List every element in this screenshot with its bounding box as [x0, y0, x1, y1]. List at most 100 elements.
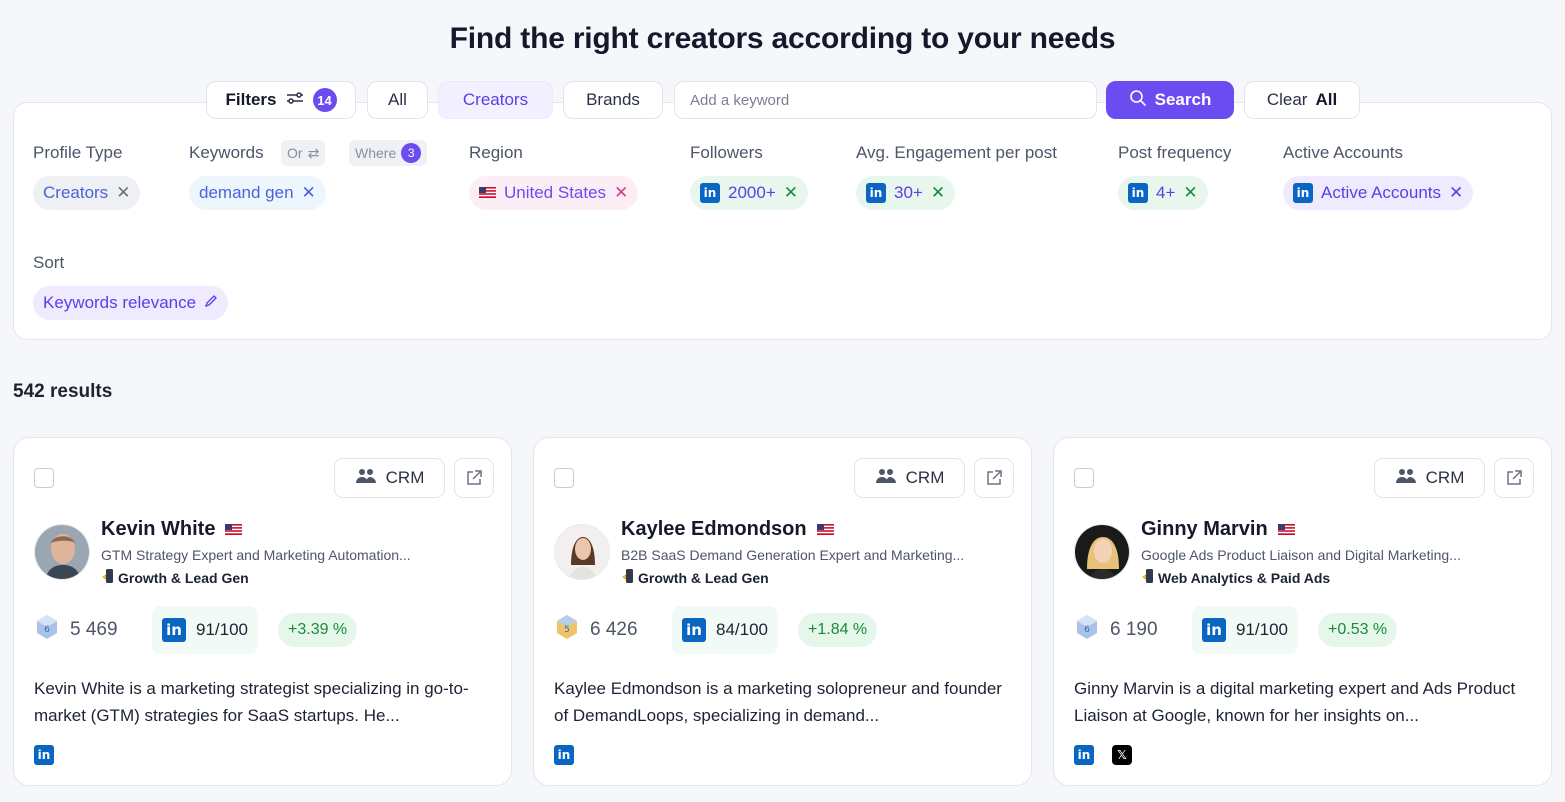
chip-label: 2000+	[728, 183, 776, 202]
keywords-label: Keywords	[189, 143, 264, 162]
close-icon[interactable]: ✕	[302, 183, 316, 203]
clear-all-label: All	[1315, 90, 1338, 109]
select-checkbox[interactable]	[554, 468, 574, 488]
search-icon	[1129, 89, 1147, 112]
score-value: 91/100	[1236, 620, 1288, 639]
engagement-chip[interactable]: in 30+ ✕	[856, 176, 956, 210]
creator-card[interactable]: CRM Kaylee Edmondson B2B SaaS Demand Gen…	[533, 437, 1032, 786]
creator-name[interactable]: Ginny Marvin	[1141, 518, 1295, 541]
crm-button[interactable]: CRM	[1374, 458, 1485, 498]
select-checkbox[interactable]	[1074, 468, 1094, 488]
results-count: 542 results	[13, 381, 113, 402]
chip-label: Active Accounts	[1321, 183, 1442, 202]
growth-badge: +0.53 %	[1318, 613, 1398, 647]
close-icon[interactable]: ✕	[1449, 183, 1463, 203]
external-link-icon[interactable]	[1494, 458, 1534, 498]
linkedin-icon[interactable]: in	[554, 745, 574, 765]
keyword-input[interactable]	[674, 81, 1097, 119]
chip-label: United States	[504, 183, 607, 202]
select-checkbox[interactable]	[34, 468, 54, 488]
external-link-icon[interactable]	[974, 458, 1014, 498]
where-count-badge: 3	[401, 143, 422, 163]
keyword-chip[interactable]: demand gen ✕	[189, 176, 326, 210]
creator-name[interactable]: Kevin White	[101, 518, 243, 541]
filter-panel	[13, 102, 1552, 340]
people-icon	[355, 468, 377, 489]
region-chip[interactable]: United States ✕	[469, 176, 639, 210]
profile-type-chip[interactable]: Creators ✕	[33, 176, 141, 210]
phone-icon	[1141, 568, 1155, 587]
people-icon	[875, 468, 897, 489]
close-icon[interactable]: ✕	[931, 183, 945, 203]
social-links: in 𝕏	[1074, 745, 1132, 765]
people-icon	[1395, 468, 1417, 489]
avatar	[34, 524, 90, 580]
page-title: Find the right creators according to you…	[449, 22, 1116, 55]
linkedin-score: in 84/100	[672, 606, 778, 654]
pencil-icon[interactable]	[204, 293, 218, 313]
followers-count: 5 469	[70, 619, 118, 640]
close-icon[interactable]: ✕	[614, 183, 628, 203]
score-value: 84/100	[716, 620, 768, 639]
phone-icon	[621, 568, 635, 587]
close-icon[interactable]: ✕	[116, 183, 130, 203]
keywords-or-toggle[interactable]: Or ⇄	[281, 140, 326, 166]
clear-all-button[interactable]: Clear All	[1244, 81, 1360, 119]
where-label: Where	[355, 145, 397, 161]
category-label: Growth & Lead Gen	[118, 569, 249, 586]
crm-button[interactable]: CRM	[334, 458, 445, 498]
category-label: Growth & Lead Gen	[638, 569, 769, 586]
creator-description: Kevin White is a marketing strategist sp…	[34, 679, 469, 725]
followers-chip[interactable]: in 2000+ ✕	[690, 176, 808, 210]
tab-brands[interactable]: Brands	[563, 81, 663, 119]
keywords-where-toggle[interactable]: Where 3	[349, 140, 428, 166]
tab-creators[interactable]: Creators	[438, 81, 553, 119]
creator-subtitle: GTM Strategy Expert and Marketing Automa…	[101, 547, 411, 563]
crm-button[interactable]: CRM	[854, 458, 965, 498]
followers-count: 6 190	[1110, 619, 1158, 640]
post-frequency-chip[interactable]: in 4+ ✕	[1118, 176, 1208, 210]
creator-card[interactable]: CRM Ginny Marvin Google Ads Product Liai…	[1053, 437, 1552, 786]
creator-category: Web Analytics & Paid Ads	[1141, 568, 1330, 587]
avatar	[1074, 524, 1130, 580]
followers-metric: 6 6 190	[1074, 613, 1192, 647]
followers-label: Followers	[690, 143, 763, 162]
external-link-icon[interactable]	[454, 458, 494, 498]
growth-badge: +3.39 %	[278, 613, 358, 647]
filters-button[interactable]: Filters 14	[206, 81, 356, 119]
chip-label: demand gen	[199, 183, 294, 202]
hexagon-icon: 6	[1074, 613, 1100, 647]
swap-icon: ⇄	[307, 144, 320, 161]
growth-badge: +1.84 %	[798, 613, 878, 647]
creator-description: Kaylee Edmondson is a marketing solopren…	[554, 679, 1002, 725]
post-frequency-label: Post frequency	[1118, 143, 1232, 162]
creator-subtitle: B2B SaaS Demand Generation Expert and Ma…	[621, 547, 965, 563]
close-icon[interactable]: ✕	[784, 183, 798, 203]
linkedin-icon: in	[682, 618, 706, 642]
crm-label: CRM	[905, 468, 945, 487]
close-icon[interactable]: ✕	[1183, 183, 1197, 203]
creator-category: Growth & Lead Gen	[621, 568, 769, 587]
creator-name[interactable]: Kaylee Edmondson	[621, 518, 834, 541]
engagement-label: Avg. Engagement per post	[856, 143, 1057, 162]
svg-text:6: 6	[1084, 625, 1090, 635]
sliders-icon	[285, 90, 305, 111]
category-label: Web Analytics & Paid Ads	[1158, 569, 1331, 586]
crm-label: CRM	[385, 468, 425, 487]
linkedin-icon[interactable]: in	[1074, 745, 1094, 765]
chip-label: 30+	[894, 183, 923, 202]
active-accounts-label: Active Accounts	[1283, 143, 1404, 162]
active-accounts-chip[interactable]: in Active Accounts ✕	[1283, 176, 1474, 210]
tab-all[interactable]: All	[367, 81, 428, 119]
sort-chip[interactable]: Keywords relevance	[33, 286, 229, 320]
search-label: Search	[1154, 90, 1212, 109]
us-flag-icon	[816, 518, 834, 541]
creator-category: Growth & Lead Gen	[101, 568, 249, 587]
creator-card[interactable]: CRM Kevin White GTM Strategy Expert and …	[13, 437, 512, 786]
x-icon[interactable]: 𝕏	[1112, 745, 1132, 765]
search-button[interactable]: Search	[1106, 81, 1234, 119]
linkedin-icon[interactable]: in	[34, 745, 54, 765]
creator-metrics: 5 6 426 in 84/100 +1.84 %	[554, 606, 878, 654]
filters-count-badge: 14	[312, 88, 337, 112]
us-flag-icon	[225, 518, 243, 541]
